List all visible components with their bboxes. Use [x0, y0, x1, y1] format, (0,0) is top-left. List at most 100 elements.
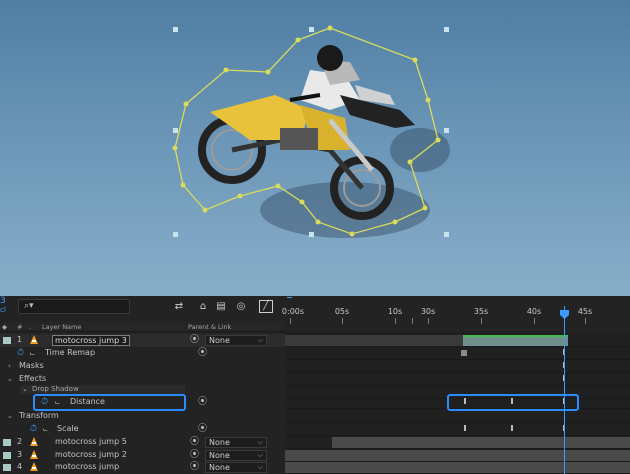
parent-link-column-header: Parent & Link [188, 323, 232, 331]
layer-index: 3 [17, 450, 23, 459]
index-column-header: # [17, 323, 23, 331]
layer-row-4[interactable]: 4 motocross jump ⦿ None ⌵ [0, 461, 285, 474]
group-label: Effects [19, 374, 47, 383]
label-color-swatch[interactable] [3, 452, 11, 459]
layer-name[interactable]: motocross jump [55, 461, 119, 474]
timeline-panel: 3 cl ⌕▾ ⇄ ⌂ ▤ ◎ ╱ 0:00s 05s 10s 30s 35s … [0, 296, 630, 474]
layer-1-duration-bar[interactable] [285, 335, 463, 346]
scale-track: I I I [285, 423, 630, 436]
time-ruler[interactable]: 0:00s 05s 10s 30s 35s 40s 45s [281, 298, 630, 324]
property-row-time-remap[interactable]: ⏱ ⨽ Time Remap ⦿ [0, 347, 285, 360]
effects-track: I [285, 373, 630, 386]
scale-keyframe[interactable]: I [511, 423, 514, 435]
pick-whip-icon[interactable]: ⦿ [190, 449, 199, 462]
parent-dropdown[interactable]: None ⌵ [205, 450, 267, 461]
ruler-label: 10s [387, 307, 403, 316]
layer-3-track[interactable] [285, 449, 630, 462]
pick-whip-icon[interactable]: ⦿ [190, 436, 199, 449]
layer-search-input[interactable]: ⌕▾ [18, 299, 130, 314]
effect-label: Drop Shadow [32, 385, 79, 393]
layer-name[interactable]: motocross jump 2 [55, 449, 127, 462]
ruler-label: 35s [473, 307, 489, 316]
layer-1-work-bar[interactable] [463, 335, 568, 346]
effect-row-drop-shadow[interactable]: ⌄ Drop Shadow [20, 385, 185, 394]
layer-2-track[interactable] [285, 436, 630, 449]
ruler-label: 40s [526, 307, 542, 316]
layer-row-2[interactable]: 2 motocross jump 5 ⦿ None ⌵ [0, 436, 285, 449]
label-color-swatch[interactable] [3, 337, 11, 344]
vlc-cone-icon [30, 437, 38, 446]
label-color-swatch[interactable] [3, 464, 11, 471]
distance-keyframes-highlight [447, 394, 579, 411]
pick-whip-icon[interactable]: ⦿ [198, 347, 207, 360]
property-label: Scale [57, 424, 79, 433]
motion-blur-icon[interactable]: ◎ [234, 300, 248, 313]
distance-property-highlight [33, 394, 186, 411]
parent-value: None [209, 336, 230, 345]
layer-index: 1 [17, 335, 23, 344]
source-icon-column: . [29, 323, 32, 331]
chevron-down-icon: ⌵ [257, 451, 263, 459]
vlc-cone-icon [30, 335, 38, 344]
parent-dropdown[interactable]: None ⌵ [205, 437, 267, 448]
transform-track [285, 410, 630, 423]
graph-icon[interactable]: ⨽ [43, 423, 48, 436]
pick-whip-icon[interactable]: ⦿ [190, 461, 199, 474]
ruler-label: 30s [420, 307, 436, 316]
pick-whip-icon[interactable]: ⦿ [198, 423, 207, 436]
group-label: Masks [19, 361, 44, 370]
search-icon: ⌕▾ [24, 301, 34, 311]
label-color-swatch[interactable] [3, 439, 11, 446]
chevron-down-icon: ⌵ [257, 463, 263, 471]
composition-viewer[interactable] [0, 0, 630, 296]
time-remap-keyframe[interactable] [461, 350, 467, 356]
layer-name[interactable]: motocross jump 5 [55, 436, 127, 449]
group-label: Transform [19, 411, 59, 420]
ruler-label: 0:00s [281, 307, 305, 316]
vlc-cone-icon [30, 462, 38, 471]
ruler-label: 45s [577, 307, 593, 316]
layer-3-duration-bar[interactable] [285, 450, 630, 461]
comp-sub-label: cl [0, 306, 6, 314]
parent-value: None [209, 451, 230, 460]
layer-2-duration-bar[interactable] [332, 437, 630, 448]
layer-row-1[interactable]: 1 motocross jump 3 ⦿ None ⌵ [0, 334, 285, 347]
property-label: Time Remap [45, 348, 96, 357]
stopwatch-icon[interactable]: ⏱ [30, 423, 37, 436]
composition-canvas [172, 25, 450, 238]
layer-name-field[interactable]: motocross jump 3 [52, 335, 130, 346]
group-row-effects[interactable]: ⌄ Effects [0, 373, 285, 386]
group-row-masks[interactable]: › Masks [0, 360, 285, 373]
frame-blending-icon[interactable]: ▤ [214, 300, 228, 313]
stopwatch-icon[interactable]: ⏱ [17, 347, 24, 360]
masks-track: I [285, 360, 630, 373]
chevron-down-icon[interactable]: ⌄ [22, 385, 28, 394]
layer-index: 2 [17, 437, 23, 446]
pick-whip-icon[interactable]: ⦿ [190, 334, 199, 347]
layer-column-header: ◆ # . Layer Name Parent & Link [0, 322, 285, 332]
parent-value: None [209, 438, 230, 447]
layer-4-track[interactable] [285, 461, 630, 474]
property-row-scale[interactable]: ⏱ ⨽ Scale ⦿ [0, 423, 285, 436]
shy-layers-icon[interactable]: ⌂ [196, 300, 210, 313]
composition-mini-flowchart-icon[interactable]: ⇄ [172, 300, 186, 313]
chevron-down-icon[interactable]: ⌄ [7, 373, 13, 386]
chevron-down-icon: ⌵ [257, 336, 263, 344]
chevron-down-icon[interactable]: ⌄ [7, 410, 13, 423]
chevron-right-icon[interactable]: › [8, 360, 11, 373]
group-row-transform[interactable]: ⌄ Transform [0, 410, 285, 423]
current-time-indicator[interactable] [564, 306, 565, 474]
parent-dropdown[interactable]: None ⌵ [205, 462, 267, 473]
scale-keyframe[interactable]: I [464, 423, 467, 435]
layer-4-duration-bar[interactable] [285, 462, 630, 473]
parent-value: None [209, 463, 230, 472]
graph-icon[interactable]: ⨽ [30, 347, 35, 360]
pick-whip-icon[interactable]: ⦿ [198, 396, 207, 409]
layer-1-track[interactable] [285, 334, 630, 347]
parent-dropdown[interactable]: None ⌵ [205, 335, 267, 346]
time-remap-track: I [285, 347, 630, 360]
graph-editor-icon[interactable]: ╱ [259, 300, 273, 313]
comp-number: 3 [0, 296, 6, 306]
layer-row-3[interactable]: 3 motocross jump 2 ⦿ None ⌵ [0, 449, 285, 462]
layer-name-column-header[interactable]: Layer Name [42, 323, 81, 331]
